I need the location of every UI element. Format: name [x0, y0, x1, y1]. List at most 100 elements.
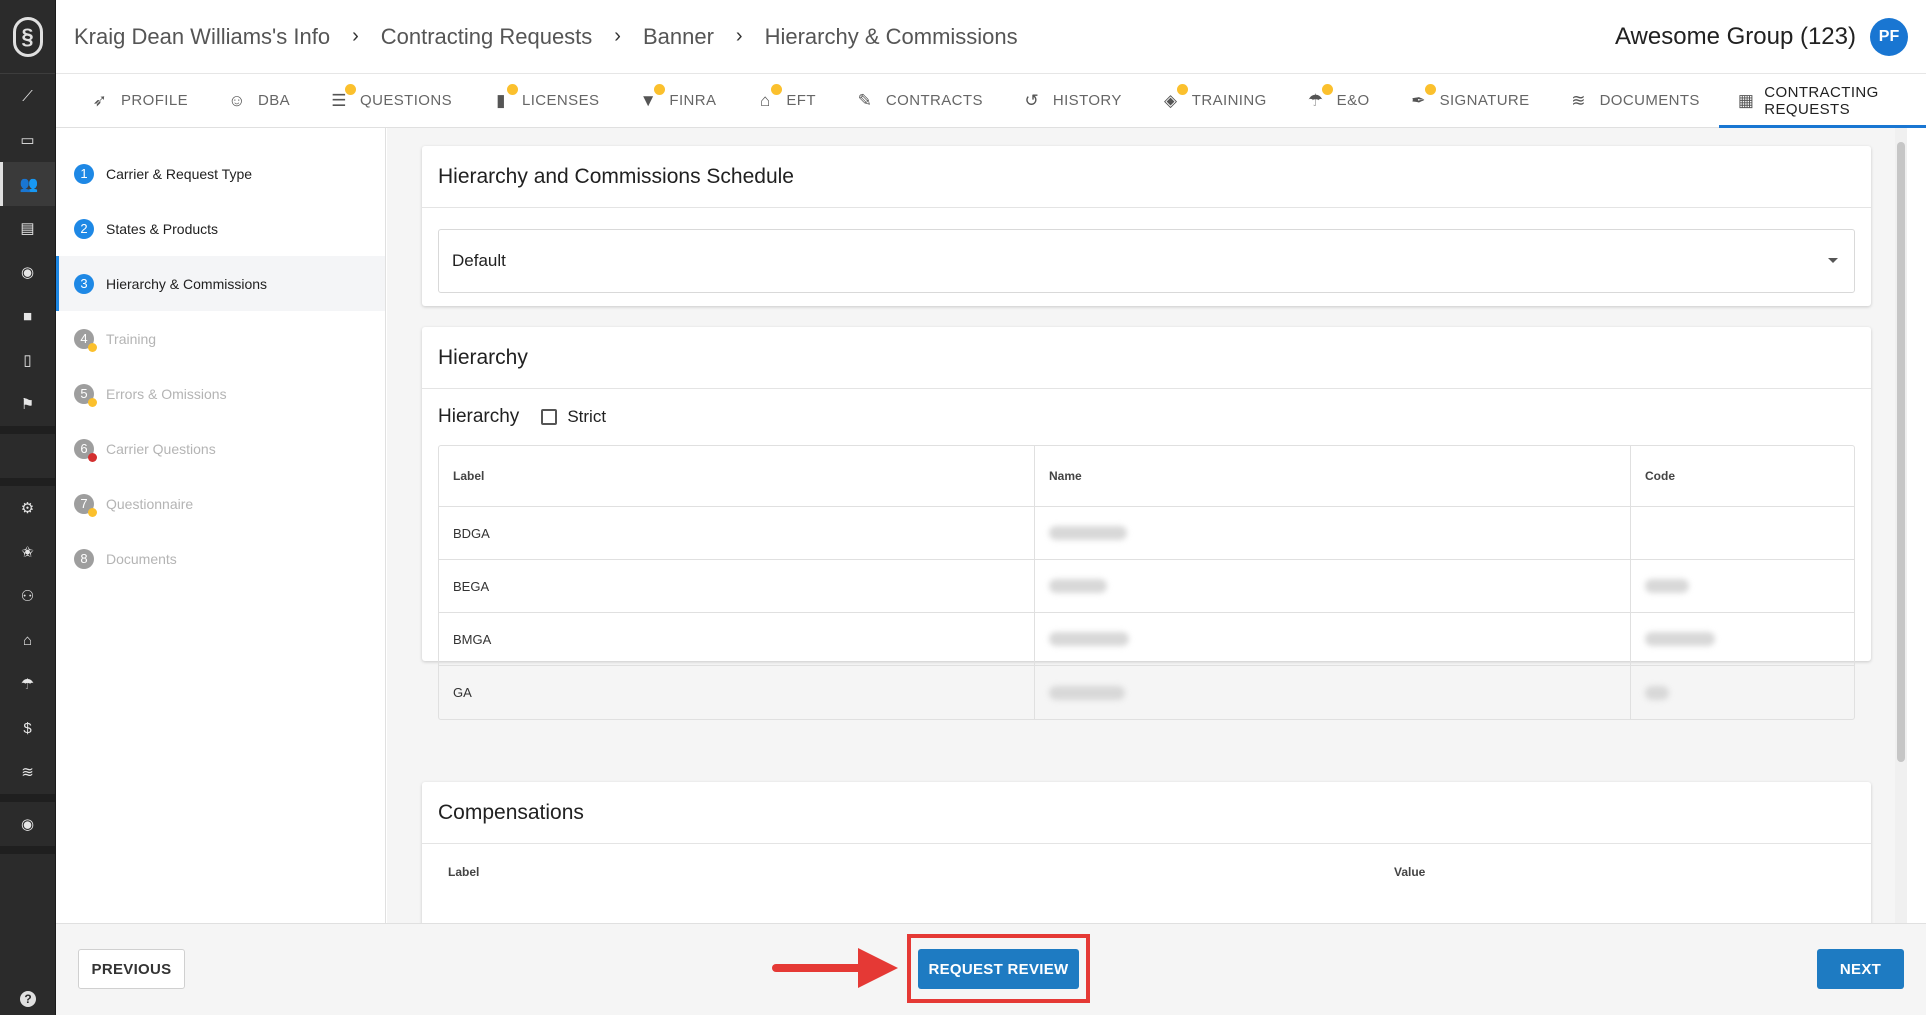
schedule-select-value: Default: [452, 251, 506, 270]
step-documents: 8 Documents: [56, 531, 385, 586]
tab-label: DBA: [257, 92, 291, 109]
table-row: BDGA: [439, 507, 1854, 560]
schedule-select[interactable]: Default: [438, 229, 1855, 293]
avatar[interactable]: PF: [1870, 18, 1908, 56]
arrow-right-icon: [772, 948, 898, 988]
row-name-redacted: [1035, 666, 1631, 719]
tab-dba[interactable]: ☺ DBA: [207, 74, 309, 127]
app-logo[interactable]: §: [0, 0, 55, 74]
graduation-cap-icon: ◈: [1160, 83, 1188, 112]
breadcrumb-current: Hierarchy & Commissions: [764, 23, 1018, 49]
request-review-button[interactable]: REQUEST REVIEW: [918, 949, 1079, 989]
star-badge-icon[interactable]: ✬: [0, 530, 55, 574]
row-code-redacted: [1631, 613, 1854, 665]
row-name-redacted: [1035, 560, 1631, 612]
bank-icon[interactable]: ⌂: [0, 618, 55, 662]
trend-icon[interactable]: ⟋: [0, 74, 55, 118]
sidebar-group-blank: [0, 434, 55, 486]
error-badge: [88, 452, 97, 462]
breadcrumb-contracting-requests[interactable]: Contracting Requests: [381, 24, 593, 50]
monitor-icon[interactable]: ▭: [0, 118, 55, 162]
step-label: Errors & Omissions: [106, 385, 227, 402]
column-header-label: Label: [448, 865, 480, 879]
document-icon[interactable]: ▯: [0, 338, 55, 382]
main-content: Hierarchy and Commissions Schedule Defau…: [387, 128, 1907, 923]
tab-label: EFT: [786, 92, 816, 109]
tab-bar: ➶ PROFILE ☺ DBA ☰ QUESTIONS ▮ LICENSES ▼ FINR…: [56, 74, 1926, 128]
person-settings-icon[interactable]: ⚇: [0, 574, 55, 618]
scrollbar-thumb[interactable]: [1897, 142, 1905, 762]
step-label: Questionnaire: [106, 495, 194, 512]
hierarchy-sub-label: Hierarchy: [438, 406, 520, 427]
caret-down-icon: [1828, 258, 1838, 263]
chevron-right-icon: ›: [352, 25, 359, 47]
breadcrumb-carrier[interactable]: Banner: [643, 24, 714, 50]
row-name-redacted: [1035, 613, 1631, 665]
dollar-icon[interactable]: $: [0, 706, 55, 750]
file-icon: ▮: [490, 83, 518, 112]
page-header: Kraig Dean Williams's Info › Contracting…: [56, 0, 1926, 74]
people-icon[interactable]: 👥: [0, 162, 55, 206]
step-label: Hierarchy & Commissions: [106, 275, 268, 292]
flag-icon[interactable]: ⚑: [0, 382, 55, 426]
tab-finra[interactable]: ▼ FINRA: [618, 74, 735, 127]
step-carrier-request-type[interactable]: 1 Carrier & Request Type: [56, 146, 385, 201]
breadcrumb-info[interactable]: Kraig Dean Williams's Info: [74, 24, 330, 50]
tab-label: QUESTIONS: [360, 92, 452, 109]
step-number: 7: [74, 493, 97, 517]
umbrella-icon[interactable]: ☂: [0, 662, 55, 706]
footer-actions: PREVIOUS REQUEST REVIEW NEXT: [56, 923, 1926, 1015]
step-label: Documents: [106, 550, 177, 567]
dollar-circle-icon[interactable]: ◉: [0, 250, 55, 294]
warning-badge: [88, 507, 97, 517]
briefcase-icon[interactable]: ■: [0, 294, 55, 338]
tab-label: E&O: [1336, 92, 1370, 109]
tab-label: FINRA: [669, 92, 717, 109]
strict-checkbox[interactable]: [541, 409, 558, 425]
stack-icon[interactable]: ≋: [0, 750, 55, 794]
gear-icon[interactable]: ⚙: [0, 486, 55, 530]
tab-questions[interactable]: ☰ QUESTIONS: [309, 74, 471, 127]
edit-list-icon: ✎: [857, 90, 873, 110]
tab-history[interactable]: ↺ HISTORY: [1002, 74, 1141, 127]
next-button[interactable]: NEXT: [1817, 949, 1904, 989]
row-label: BDGA: [439, 507, 1035, 559]
tab-label: PROFILE: [121, 92, 188, 109]
stack-icon: ≋: [1571, 90, 1586, 110]
strict-label[interactable]: Strict: [567, 407, 606, 427]
row-label: BMGA: [439, 613, 1035, 665]
warning-badge: [88, 397, 97, 407]
status-dot: [345, 83, 357, 95]
tab-eo[interactable]: ☂ E&O: [1286, 74, 1389, 127]
vertical-scrollbar[interactable]: [1895, 128, 1907, 923]
help-button[interactable]: ?: [0, 991, 56, 1007]
tab-label: DOCUMENTS: [1599, 92, 1700, 109]
tab-training[interactable]: ◈ TRAINING: [1141, 74, 1286, 127]
tab-licenses[interactable]: ▮ LICENSES: [471, 74, 618, 127]
tab-contracts[interactable]: ✎ CONTRACTS: [835, 74, 1002, 127]
step-label: States & Products: [106, 220, 219, 237]
step-label: Training: [106, 330, 157, 347]
umbrella-icon: ☂: [1305, 83, 1333, 112]
chevron-right-icon: ›: [614, 25, 621, 47]
step-hierarchy-commissions[interactable]: 3 Hierarchy & Commissions: [56, 256, 385, 311]
chevron-right-icon: ›: [735, 25, 743, 47]
tab-signature[interactable]: ✒ SIGNATURE: [1389, 74, 1549, 127]
tab-profile[interactable]: ➶ PROFILE: [70, 74, 207, 127]
step-number: 8: [74, 548, 94, 569]
step-number: 3: [74, 273, 94, 294]
tab-eft[interactable]: ⌂ EFT: [735, 74, 835, 127]
store-icon[interactable]: ▤: [0, 206, 55, 250]
status-dot: [1176, 83, 1188, 95]
row-code-empty: [1631, 507, 1854, 559]
step-number: 6: [74, 438, 97, 462]
tab-documents[interactable]: ≋ DOCUMENTS: [1549, 74, 1719, 127]
sidebar-group-extra: ◉: [0, 802, 55, 854]
previous-button[interactable]: PREVIOUS: [78, 949, 185, 989]
schedule-title: Hierarchy and Commissions Schedule: [422, 146, 1871, 208]
tab-label: SIGNATURE: [1439, 92, 1530, 109]
tab-contracting-requests[interactable]: ▦ CONTRACTING REQUESTS: [1718, 74, 1926, 128]
step-states-products[interactable]: 2 States & Products: [56, 201, 385, 256]
dollar-circle-icon[interactable]: ◉: [0, 802, 55, 846]
